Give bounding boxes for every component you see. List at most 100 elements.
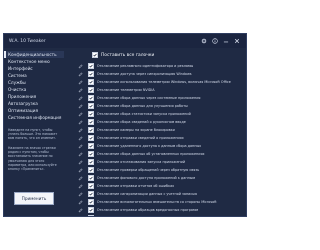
option-row[interactable]: Отключение рекламного идентификатора и р… xyxy=(66,62,244,70)
sidebar-item-context-menu[interactable]: Контекстное меню xyxy=(4,58,64,65)
select-all-label: Поставить все галочки xyxy=(101,52,155,58)
sidebar-item-optimization[interactable]: Оптимизация xyxy=(4,107,64,114)
option-row[interactable]: Отключение сбора и обработки данных Сбор… xyxy=(66,214,244,216)
option-checkbox[interactable] xyxy=(87,175,94,181)
option-row[interactable]: Отключение отправки сведений о приложени… xyxy=(66,134,244,142)
option-row[interactable]: Отключение удаленного доступа к данным с… xyxy=(66,142,244,150)
option-checkbox[interactable] xyxy=(87,167,94,173)
option-label: Отключение сбора сведений о рукописном в… xyxy=(96,120,186,124)
option-row[interactable]: Отключение телеметрии NVIDIA xyxy=(66,86,244,94)
option-row[interactable]: Отключение сбора данных об установленных… xyxy=(66,150,244,158)
option-row[interactable]: Отключение сбора статистики запуска прил… xyxy=(66,110,244,118)
option-row[interactable]: Отключение сбора данных через системные … xyxy=(66,94,244,102)
option-row[interactable]: Отключение использования телеметрии Wind… xyxy=(66,78,244,86)
restore-default-icon[interactable] xyxy=(77,207,84,214)
restore-default-icon[interactable] xyxy=(77,167,84,174)
options-panel: Поставить все галочки Отключение рекламн… xyxy=(66,48,244,216)
minimize-icon[interactable] xyxy=(222,37,230,45)
option-checkbox[interactable] xyxy=(87,215,94,216)
option-checkbox[interactable] xyxy=(87,95,94,101)
restore-default-icon[interactable] xyxy=(77,215,84,216)
option-label: Отключение отправки отчетов об ошибках xyxy=(96,184,175,188)
restore-default-icon[interactable] xyxy=(77,111,84,118)
option-checkbox[interactable] xyxy=(87,199,94,205)
option-checkbox[interactable] xyxy=(87,79,94,85)
apply-button[interactable]: Применить xyxy=(14,192,54,205)
restore-default-icon[interactable] xyxy=(77,135,84,142)
option-label: Отключение удаленного доступа к данным с… xyxy=(96,144,202,148)
option-checkbox[interactable] xyxy=(87,143,94,149)
option-checkbox[interactable] xyxy=(87,191,94,197)
options-list: Отключение рекламного идентификатора и р… xyxy=(66,62,244,216)
option-label: Отключение отправки образцов вредоносных… xyxy=(96,208,199,212)
restore-default-icon[interactable] xyxy=(77,143,84,150)
sidebar-item-startup[interactable]: Автозагрузка xyxy=(4,100,64,107)
sidebar-item-interface[interactable]: Интерфейс xyxy=(4,65,64,72)
restore-default-icon[interactable] xyxy=(77,191,84,198)
option-label: Отключение фонового доступа приложений к… xyxy=(96,176,196,180)
option-label: Отключение сбора данных об установленных… xyxy=(96,152,205,156)
option-checkbox[interactable] xyxy=(87,151,94,157)
option-checkbox[interactable] xyxy=(87,159,94,165)
option-checkbox[interactable] xyxy=(87,87,94,93)
option-checkbox[interactable] xyxy=(87,127,94,133)
option-checkbox[interactable] xyxy=(87,111,94,117)
restore-default-icon[interactable] xyxy=(77,103,84,110)
option-label: Отключение вспомогательных вмешательств … xyxy=(96,200,217,204)
option-label: Отключение проверки обращений через обра… xyxy=(96,168,200,172)
option-checkbox[interactable] xyxy=(87,71,94,77)
option-row[interactable]: Отключение сбора данных для улучшения ра… xyxy=(66,102,244,110)
option-row[interactable]: Отключение доступа через синхронизацию W… xyxy=(66,70,244,78)
title-bar-controls xyxy=(197,37,241,45)
sidebar-item-privacy[interactable]: Конфиденциальность xyxy=(4,51,64,58)
sidebar-item-apps[interactable]: Приложения xyxy=(4,93,64,100)
restore-default-icon[interactable] xyxy=(77,183,84,190)
info-icon[interactable] xyxy=(211,37,219,45)
option-row[interactable]: Отключение отслеживания запуска приложен… xyxy=(66,158,244,166)
restore-default-icon[interactable] xyxy=(77,71,84,78)
option-row[interactable]: Отключение синхронизации данных с учетно… xyxy=(66,190,244,198)
sidebar-item-system-info[interactable]: Системная информация xyxy=(4,114,64,121)
option-checkbox[interactable] xyxy=(87,103,94,109)
restore-default-icon[interactable] xyxy=(77,119,84,126)
option-checkbox[interactable] xyxy=(87,183,94,189)
restore-default-icon[interactable] xyxy=(77,87,84,94)
help-note: Наведите на пункт, чтобы узнать больше. … xyxy=(8,128,58,141)
close-icon[interactable] xyxy=(233,37,241,45)
select-all-checkbox[interactable] xyxy=(92,52,98,58)
restore-default-icon[interactable] xyxy=(77,175,84,182)
option-label: Отключение телеметрии NVIDIA xyxy=(96,88,155,92)
option-row[interactable]: Отключение камеры на экране блокировки xyxy=(66,126,244,134)
option-checkbox[interactable] xyxy=(87,135,94,141)
option-row[interactable]: Отключение отправки отчетов об ошибках xyxy=(66,182,244,190)
option-checkbox[interactable] xyxy=(87,207,94,213)
sidebar-item-cleanup[interactable]: Очистка xyxy=(4,86,64,93)
title-bar: W.A. 10 Tweaker xyxy=(4,34,246,48)
option-row[interactable]: Отключение фонового доступа приложений к… xyxy=(66,174,244,182)
sidebar-item-system[interactable]: Система xyxy=(4,72,64,79)
select-all-row[interactable]: Поставить все галочки xyxy=(88,51,154,59)
option-row[interactable]: Отключение сбора сведений о рукописном в… xyxy=(66,118,244,126)
option-row[interactable]: Отключение вспомогательных вмешательств … xyxy=(66,198,244,206)
option-label: Отключение отправки сведений о приложени… xyxy=(96,136,184,140)
option-checkbox[interactable] xyxy=(87,119,94,125)
restore-default-icon[interactable] xyxy=(77,63,84,70)
restore-default-icon[interactable] xyxy=(77,151,84,158)
option-label: Отключение сбора данных через системные … xyxy=(96,96,201,100)
option-checkbox[interactable] xyxy=(87,63,94,69)
restore-default-icon[interactable] xyxy=(77,199,84,206)
option-label: Отключение сбора данных для улучшения ра… xyxy=(96,104,188,108)
option-row[interactable]: Отключение отправки образцов вредоносных… xyxy=(66,206,244,214)
settings-icon[interactable] xyxy=(200,37,208,45)
option-label: Отключение доступа через синхронизацию W… xyxy=(96,72,192,76)
restore-default-icon[interactable] xyxy=(77,127,84,134)
restore-default-icon[interactable] xyxy=(77,95,84,102)
restore-default-icon[interactable] xyxy=(77,79,84,86)
sidebar: Конфиденциальность Контекстное меню Инте… xyxy=(4,48,64,216)
option-label: Отключение использования телеметрии Wind… xyxy=(96,80,231,84)
restore-note: Нажмите на значок стрелки рядом с пункто… xyxy=(8,146,57,172)
sidebar-item-services[interactable]: Службы xyxy=(4,79,64,86)
option-label: Отключение отслеживания запуска приложен… xyxy=(96,160,186,164)
option-row[interactable]: Отключение проверки обращений через обра… xyxy=(66,166,244,174)
restore-default-icon[interactable] xyxy=(77,159,84,166)
